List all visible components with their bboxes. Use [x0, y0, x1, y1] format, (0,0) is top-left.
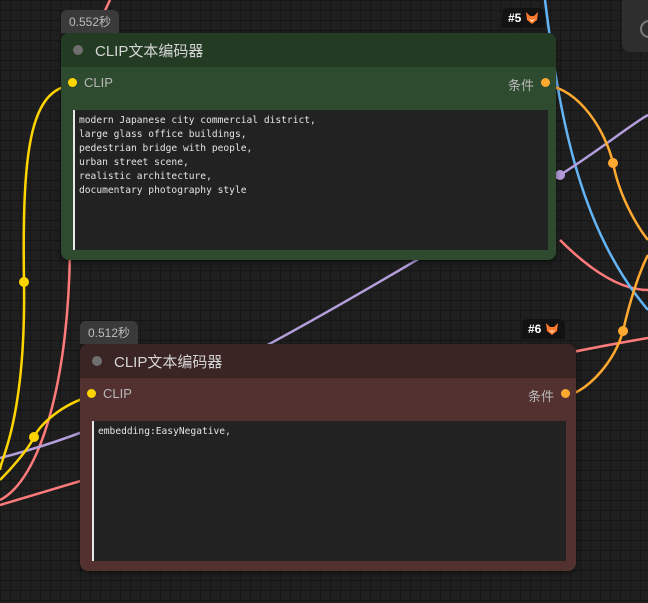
node-header[interactable]: CLIP文本编码器: [80, 344, 576, 378]
execution-time-badge: 0.512秒: [80, 321, 139, 344]
wire-purple-reroute[interactable]: [555, 170, 565, 180]
execution-time: 0.552秒: [69, 15, 112, 29]
wire-orange-reroute-1[interactable]: [608, 158, 618, 168]
prompt-textarea[interactable]: embedding:EasyNegative,: [92, 421, 566, 561]
conditioning-output-label: 条件: [527, 389, 554, 404]
node-id: #6: [528, 322, 542, 336]
fox-icon: [526, 12, 539, 24]
wire-red-3: [559, 239, 648, 292]
clip-input-slot[interactable]: [68, 78, 77, 87]
clip-text-encode-node-positive[interactable]: CLIP文本编码器 CLIP 条件 modern Japanese city c…: [61, 33, 556, 260]
conditioning-output-slot[interactable]: [541, 78, 550, 87]
clip-text-encode-node-negative[interactable]: CLIP文本编码器 CLIP 条件 embedding:EasyNegative…: [80, 344, 576, 571]
execution-time: 0.512秒: [88, 326, 131, 340]
conditioning-output-slot[interactable]: [561, 389, 570, 398]
node-id-badge: #6: [522, 319, 566, 339]
slot-row: CLIP 条件: [80, 378, 576, 408]
clip-input-slot[interactable]: [87, 389, 96, 398]
ring-icon: [640, 20, 648, 38]
clip-input-label: CLIP: [103, 386, 132, 401]
execution-time-badge: 0.552秒: [61, 10, 120, 33]
node-title: CLIP文本编码器: [114, 353, 223, 371]
fox-icon: [546, 323, 559, 335]
node-id-badge: #5: [502, 8, 546, 28]
node-id: #5: [508, 11, 522, 25]
clip-input-label: CLIP: [84, 75, 113, 90]
wire-yellow-reroute-1[interactable]: [19, 277, 29, 287]
wire-yellow-2: [0, 394, 92, 481]
conditioning-output-label: 条件: [507, 78, 534, 93]
node-header[interactable]: CLIP文本编码器: [61, 33, 556, 67]
prompt-textarea[interactable]: modern Japanese city commercial district…: [73, 110, 548, 250]
slot-row: CLIP 条件: [61, 67, 556, 97]
wire-yellow-reroute-2[interactable]: [29, 432, 39, 442]
offscreen-panel[interactable]: [622, 0, 648, 52]
collapse-toggle[interactable]: [92, 356, 102, 366]
node-title: CLIP文本编码器: [95, 42, 204, 60]
collapse-toggle[interactable]: [73, 45, 83, 55]
wire-orange-reroute-2[interactable]: [618, 326, 628, 336]
